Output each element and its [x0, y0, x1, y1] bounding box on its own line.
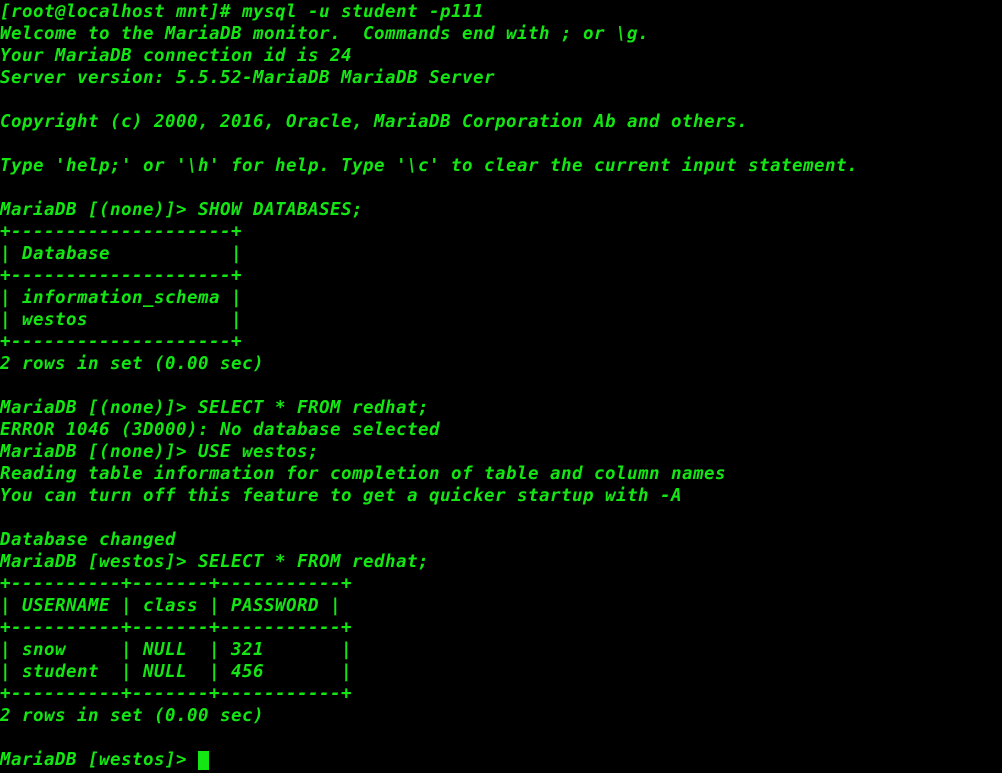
- terminal-output: [root@localhost mnt]# mysql -u student -…: [0, 1, 1002, 749]
- terminal-line: Reading table information for completion…: [0, 464, 726, 484]
- text-cursor: [198, 750, 209, 770]
- terminal-line: | westos |: [0, 310, 242, 330]
- terminal-line: ERROR 1046 (3D000): No database selected: [0, 420, 440, 440]
- terminal-line: [root@localhost mnt]# mysql -u student -…: [0, 2, 484, 22]
- terminal-line: | USERNAME | class | PASSWORD |: [0, 596, 341, 616]
- terminal-line: | student | NULL | 456 |: [0, 662, 352, 682]
- terminal-line: | information_schema |: [0, 288, 242, 308]
- terminal-line: +----------+-------+-----------+: [0, 618, 352, 638]
- shell-prompt-label: MariaDB [westos]>: [0, 750, 198, 770]
- terminal-line: Your MariaDB connection id is 24: [0, 46, 352, 66]
- terminal-line: +----------+-------+-----------+: [0, 684, 352, 704]
- terminal-line: 2 rows in set (0.00 sec): [0, 706, 264, 726]
- terminal-line: +--------------------+: [0, 266, 242, 286]
- terminal-line: Copyright (c) 2000, 2016, Oracle, MariaD…: [0, 112, 748, 132]
- terminal-line: | snow | NULL | 321 |: [0, 640, 352, 660]
- terminal-line: Database changed: [0, 530, 176, 550]
- terminal-line: Welcome to the MariaDB monitor. Commands…: [0, 24, 649, 44]
- terminal-line: MariaDB [(none)]> SELECT * FROM redhat;: [0, 398, 429, 418]
- active-prompt-line[interactable]: MariaDB [westos]>: [0, 749, 1002, 771]
- terminal-line: You can turn off this feature to get a q…: [0, 486, 682, 506]
- terminal-line: MariaDB [westos]> SELECT * FROM redhat;: [0, 552, 429, 572]
- terminal-line: | Database |: [0, 244, 242, 264]
- terminal-line: Type 'help;' or '\h' for help. Type '\c'…: [0, 156, 858, 176]
- terminal-line: +----------+-------+-----------+: [0, 574, 352, 594]
- terminal-line: MariaDB [(none)]> USE westos;: [0, 442, 319, 462]
- terminal-screen[interactable]: [root@localhost mnt]# mysql -u student -…: [0, 0, 1002, 773]
- terminal-line: +--------------------+: [0, 222, 242, 242]
- terminal-line: MariaDB [(none)]> SHOW DATABASES;: [0, 200, 363, 220]
- terminal-line: +--------------------+: [0, 332, 242, 352]
- terminal-line: Server version: 5.5.52-MariaDB MariaDB S…: [0, 68, 495, 88]
- terminal-line: 2 rows in set (0.00 sec): [0, 354, 264, 374]
